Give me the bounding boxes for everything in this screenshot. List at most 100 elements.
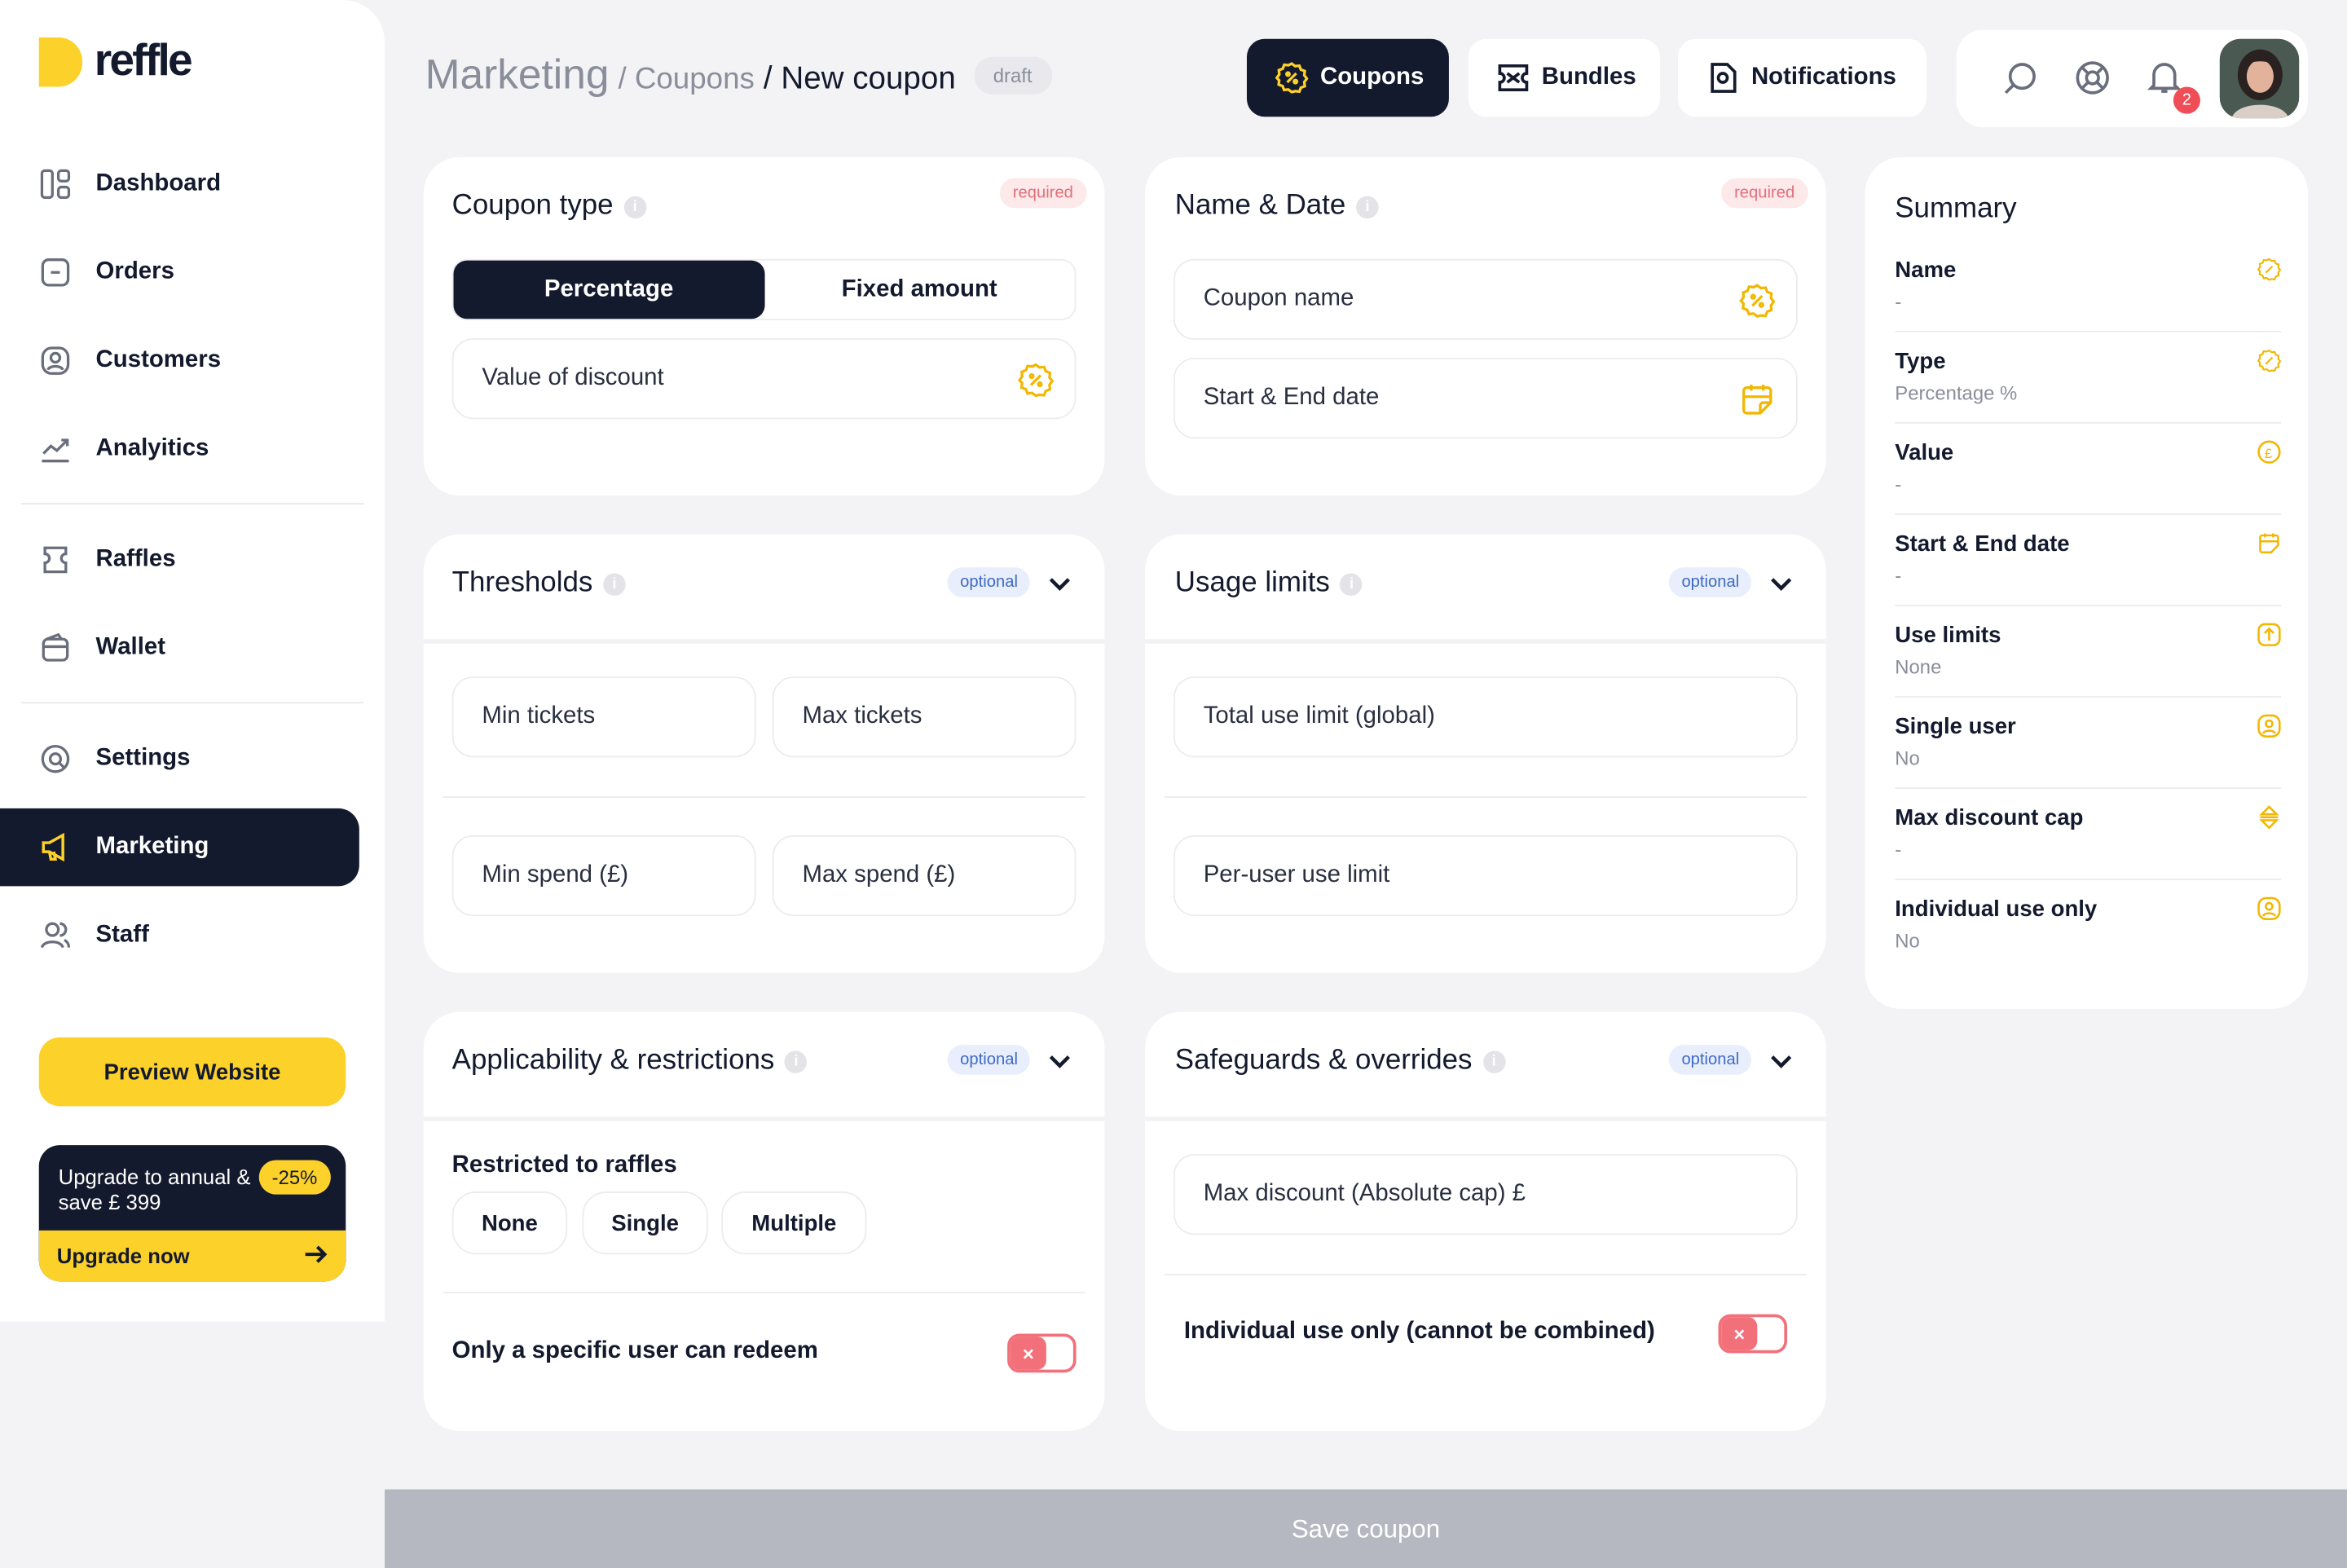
search-icon[interactable] <box>2003 59 2042 99</box>
sidebar-item-settings[interactable]: Settings <box>0 720 359 798</box>
summary-row-type: Type Percentage % <box>1895 333 2282 424</box>
info-icon[interactable]: i <box>1340 572 1363 596</box>
sidebar-item-customers[interactable]: Customers <box>0 322 359 400</box>
usage-limits-card: Usage limits i optional Total use limit (… <box>1145 534 1826 973</box>
input-placeholder: Total use limit (global) <box>1203 703 1435 729</box>
tab-bundles[interactable]: Bundles <box>1468 38 1660 117</box>
sidebar-item-analytics[interactable]: Analyitics <box>0 410 359 488</box>
breadcrumb-coupons[interactable]: / Coupons <box>618 63 754 97</box>
chevron-down-icon[interactable] <box>1769 1050 1793 1068</box>
summary-label: Use limits <box>1895 623 2001 649</box>
sidebar-item-label: Wallet <box>95 634 166 660</box>
summary-label: Value <box>1895 439 1954 466</box>
summary-label: Individual use only <box>1895 896 2098 923</box>
avatar[interactable] <box>2219 38 2300 119</box>
min-tickets-input[interactable]: Min tickets <box>451 676 756 758</box>
wallet-icon <box>39 632 72 664</box>
notifications-tab-icon <box>1706 61 1739 94</box>
help-lifebuoy-icon[interactable] <box>2075 59 2114 99</box>
max-discount-input[interactable]: Max discount (Absolute cap) £ <box>1173 1154 1798 1235</box>
chip-single[interactable]: Single <box>582 1191 708 1255</box>
chip-multiple[interactable]: Multiple <box>721 1191 867 1255</box>
chevron-down-icon[interactable] <box>1769 573 1793 591</box>
tab-coupons[interactable]: Coupons <box>1246 38 1449 117</box>
sidebar-item-wallet[interactable]: Wallet <box>0 610 359 688</box>
notification-count-badge: 2 <box>2173 86 2200 114</box>
per-user-limit-input[interactable]: Per-user use limit <box>1173 835 1798 917</box>
option-fixed-amount[interactable]: Fixed amount <box>764 261 1075 319</box>
required-badge: required <box>999 178 1087 209</box>
input-placeholder: Max discount (Absolute cap) £ <box>1203 1181 1526 1207</box>
logo-text: reffle <box>94 36 193 86</box>
required-badge: required <box>1720 178 1808 209</box>
breadcrumb-marketing[interactable]: Marketing <box>425 51 610 99</box>
sidebar-item-marketing[interactable]: Marketing <box>0 808 359 887</box>
chevron-down-icon[interactable] <box>1048 1050 1072 1068</box>
preview-website-button[interactable]: Preview Website <box>38 1037 346 1107</box>
chevron-down-icon[interactable] <box>1048 573 1072 591</box>
sidebar-item-staff[interactable]: Staff <box>0 896 359 975</box>
card-title-text: Usage limits <box>1174 567 1330 599</box>
coupon-icon <box>2257 349 2282 372</box>
sidebar-item-dashboard[interactable]: Dashboard <box>0 145 359 223</box>
row-divider <box>1164 796 1807 798</box>
sidebar-item-raffles[interactable]: Raffles <box>0 521 359 599</box>
chip-none[interactable]: None <box>451 1191 568 1255</box>
sidebar-item-orders[interactable]: Orders <box>0 234 359 312</box>
individual-use-label: Individual use only (cannot be combined) <box>1183 1319 1655 1345</box>
section-divider <box>423 1117 1105 1121</box>
info-icon[interactable]: i <box>785 1050 808 1072</box>
coupon-name-input[interactable]: Coupon name <box>1173 258 1798 340</box>
toggle-off-x-icon: × <box>1721 1317 1758 1350</box>
upgrade-text: Upgrade to annual & save £ 399 <box>58 1164 251 1214</box>
summary-value: - <box>1895 838 1902 861</box>
summary-panel: Summary Name - Type Percentage % Value -… <box>1865 156 2309 1009</box>
specific-user-toggle[interactable]: × <box>1007 1333 1077 1373</box>
value-of-discount-input[interactable]: Value of discount <box>451 338 1077 420</box>
toggle-off-x-icon: × <box>1010 1337 1046 1370</box>
info-icon[interactable]: i <box>1356 195 1379 218</box>
summary-title: Summary <box>1895 192 2017 225</box>
optional-badge: optional <box>948 1045 1030 1075</box>
row-divider <box>443 1292 1085 1293</box>
card-title: Applicability & restrictions i <box>452 1045 808 1077</box>
orders-icon <box>39 256 72 288</box>
calendar-icon <box>2257 531 2281 555</box>
summary-value: - <box>1895 290 1902 313</box>
info-icon[interactable]: i <box>1482 1050 1505 1072</box>
total-use-limit-input[interactable]: Total use limit (global) <box>1173 676 1798 758</box>
tab-notifications[interactable]: Notifications <box>1677 38 1926 117</box>
sidebar-item-label: Orders <box>95 258 174 284</box>
brand-logo[interactable]: reffle <box>38 36 193 86</box>
max-tickets-input[interactable]: Max tickets <box>772 676 1077 758</box>
card-title: Coupon type i <box>452 190 646 222</box>
bundles-icon <box>1497 61 1530 94</box>
sidebar-item-label: Marketing <box>95 834 209 860</box>
max-spend-input[interactable]: Max spend (£) <box>772 835 1077 917</box>
summary-label: Single user <box>1895 714 2016 740</box>
card-title: Safeguards & overrides i <box>1175 1045 1505 1077</box>
limit-icon <box>2257 623 2281 646</box>
card-title-text: Coupon type <box>451 190 614 222</box>
optional-badge: optional <box>1669 1045 1751 1075</box>
save-coupon-button[interactable]: Save coupon <box>385 1489 2347 1568</box>
row-divider <box>1164 1274 1807 1275</box>
summary-value: - <box>1895 473 1902 496</box>
sidebar-item-label: Dashboard <box>95 170 222 196</box>
upgrade-now-button[interactable]: Upgrade now <box>38 1230 346 1282</box>
arrow-right-icon <box>304 1243 328 1268</box>
option-percentage[interactable]: Percentage <box>453 260 764 319</box>
megaphone-icon <box>39 830 72 863</box>
individual-use-toggle[interactable]: × <box>1718 1314 1788 1354</box>
cap-icon <box>2257 805 2281 830</box>
page-title: / New coupon <box>763 61 956 96</box>
nav-divider <box>20 702 364 704</box>
info-icon[interactable]: i <box>603 572 626 596</box>
info-icon[interactable]: i <box>623 195 646 218</box>
tab-label: Coupons <box>1319 64 1424 90</box>
start-end-date-input[interactable]: Start & End date <box>1173 357 1798 439</box>
coupon-type-card: Coupon type i required Percentage Fixed a… <box>423 156 1105 496</box>
summary-row-single-user: Single user No <box>1895 698 2282 789</box>
min-spend-input[interactable]: Min spend (£) <box>451 835 756 917</box>
raffles-icon <box>39 544 72 576</box>
